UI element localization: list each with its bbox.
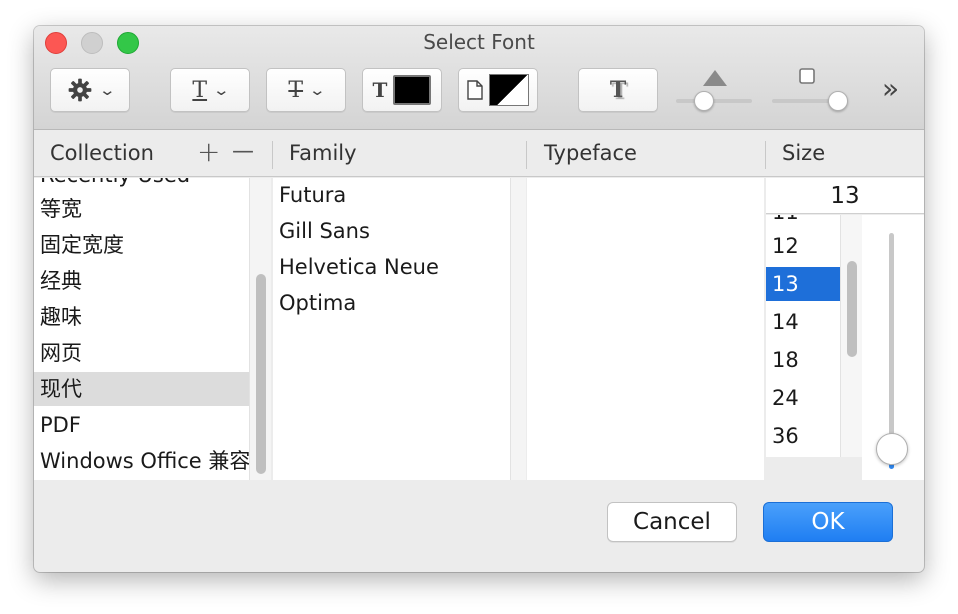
- collection-item-selected[interactable]: 现代: [34, 372, 249, 406]
- column-header-row: Collection + — Family Typeface Size: [34, 131, 924, 177]
- collection-scrollbar[interactable]: [249, 178, 271, 480]
- shadow-blur-slider[interactable]: [828, 91, 848, 111]
- remove-collection-button[interactable]: —: [232, 139, 254, 164]
- toolbar-overflow-button[interactable]: »: [882, 72, 899, 106]
- collection-item[interactable]: Recently Used: [34, 178, 249, 192]
- underline-icon: T: [192, 77, 208, 103]
- size-slider-knob[interactable]: [876, 433, 908, 465]
- strikethrough-menu-button[interactable]: T ⌄: [266, 68, 346, 112]
- document-color-swatch: [489, 74, 529, 106]
- family-header: Family: [289, 141, 357, 165]
- family-list[interactable]: Futura Gill Sans Helvetica Neue Optima: [273, 178, 526, 480]
- size-scrollbar[interactable]: [840, 215, 862, 457]
- size-list[interactable]: 11 12 13 14 18 24 36: [766, 215, 840, 457]
- typeface-list[interactable]: [527, 178, 764, 480]
- chevron-down-icon: ⌄: [98, 81, 116, 99]
- action-menu-button[interactable]: ⌄: [50, 68, 130, 112]
- chevron-down-icon: ⌄: [308, 81, 327, 99]
- size-header: Size: [782, 141, 826, 165]
- size-scroll-thumb[interactable]: [847, 261, 857, 357]
- document-color-button[interactable]: [458, 68, 538, 112]
- add-collection-button[interactable]: +: [197, 135, 220, 168]
- document-icon: [467, 80, 483, 100]
- collection-item[interactable]: 网页: [34, 336, 249, 370]
- text-color-swatch: [393, 75, 432, 105]
- shadow-blur-icon: [799, 68, 815, 84]
- family-item[interactable]: Optima: [273, 286, 508, 320]
- window-title: Select Font: [423, 30, 535, 54]
- size-item[interactable]: 12: [766, 229, 840, 263]
- collection-list[interactable]: Recently Used 等宽 固定宽度 经典 趣味 网页 现代 PDF Wi…: [34, 178, 271, 480]
- strikethrough-icon: T: [288, 77, 304, 103]
- shadow-opacity-icon: [703, 70, 727, 86]
- family-scrollbar[interactable]: [510, 178, 526, 480]
- family-item[interactable]: Helvetica Neue: [273, 250, 508, 284]
- size-slider-area: [862, 215, 924, 480]
- size-item[interactable]: 24: [766, 381, 840, 415]
- collection-item[interactable]: 趣味: [34, 300, 249, 334]
- collection-header: Collection: [50, 141, 154, 165]
- text-shadow-icon: T: [609, 77, 627, 103]
- header-divider: [765, 141, 766, 169]
- size-panel: 13 11 12 13 14 18 24 36: [766, 178, 924, 480]
- shadow-opacity-track[interactable]: [676, 99, 752, 103]
- text-color-button[interactable]: T: [362, 68, 442, 112]
- header-divider: [526, 141, 527, 169]
- collection-item[interactable]: 固定宽度: [34, 228, 249, 262]
- text-shadow-button[interactable]: T: [578, 68, 658, 112]
- family-item[interactable]: Futura: [273, 178, 508, 212]
- size-item[interactable]: 18: [766, 343, 840, 377]
- header-divider: [272, 141, 273, 169]
- typeface-header: Typeface: [544, 141, 637, 165]
- collection-item[interactable]: 经典: [34, 264, 249, 298]
- ok-button[interactable]: OK: [763, 502, 893, 542]
- select-font-window: Select Font ⌄ T ⌄ T ⌄ T T » Collection +…: [34, 26, 924, 572]
- cancel-button[interactable]: Cancel: [607, 502, 737, 542]
- underline-menu-button[interactable]: T ⌄: [170, 68, 250, 112]
- gear-icon: [68, 78, 92, 102]
- family-item[interactable]: Gill Sans: [273, 214, 508, 248]
- collection-item[interactable]: PDF: [34, 408, 249, 442]
- size-item[interactable]: 36: [766, 419, 840, 453]
- shadow-opacity-slider[interactable]: [694, 91, 714, 111]
- text-color-icon: T: [372, 78, 388, 102]
- size-item[interactable]: 14: [766, 305, 840, 339]
- chevron-down-icon: ⌄: [212, 81, 231, 99]
- collection-item[interactable]: Windows Office 兼容: [34, 444, 249, 478]
- size-item[interactable]: 11: [766, 215, 840, 229]
- size-item-selected[interactable]: 13: [766, 267, 840, 301]
- titlebar: Select Font ⌄ T ⌄ T ⌄ T T »: [34, 26, 924, 130]
- size-input[interactable]: 13: [766, 178, 924, 214]
- collection-scroll-thumb[interactable]: [256, 274, 266, 474]
- chevron-double-right-icon: »: [882, 72, 900, 105]
- collection-item[interactable]: 等宽: [34, 192, 249, 226]
